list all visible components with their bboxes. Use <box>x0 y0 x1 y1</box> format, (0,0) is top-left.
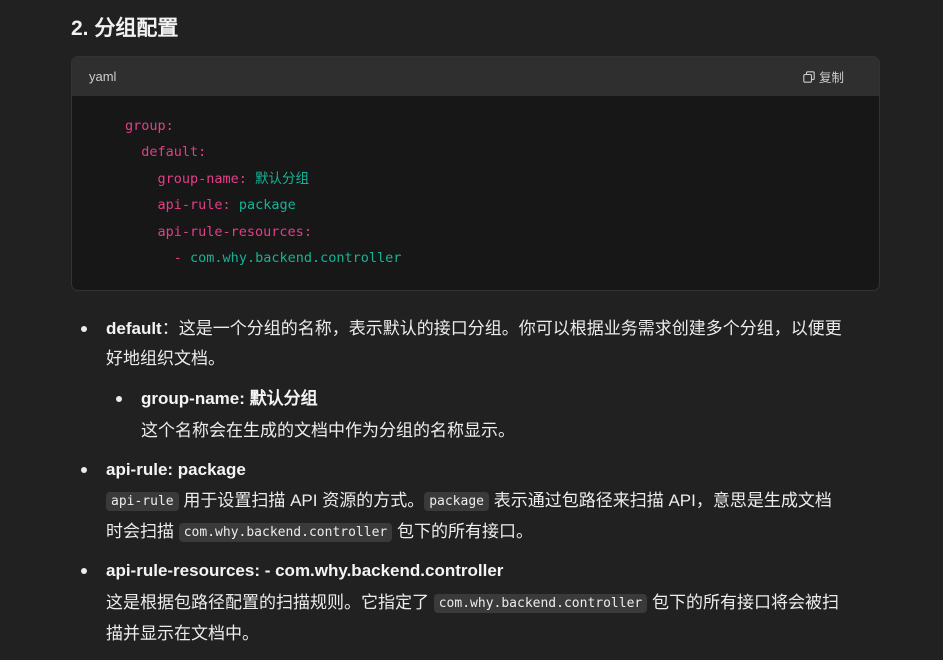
list-item-group-name-desc: 这个名称会在生成的文档中作为分组的名称显示。 <box>141 415 515 446</box>
desc-text: 时会扫描 <box>106 522 179 541</box>
bullet-list: default：这是一个分组的名称，表示默认的接口分组。你可以根据业务需求创建多… <box>0 0 943 660</box>
desc-default-line1: ：这是一个分组的名称，表示默认的接口分组。你可以根据业务需求创建多个分组，以便更 <box>161 319 842 338</box>
desc-group-name: 这个名称会在生成的文档中作为分组的名称显示。 <box>141 421 515 440</box>
inline-code: com.why.backend.controller <box>178 523 393 542</box>
list-item-api-rule: api-rule: package <box>106 454 246 485</box>
inline-code: package <box>424 492 489 511</box>
list-item-api-rule-resources: api-rule-resources: - com.why.backend.co… <box>106 555 503 586</box>
list-item-api-rule-resources-desc1: 这是根据包路径配置的扫描规则。它指定了 com.why.backend.cont… <box>106 587 839 620</box>
desc-default-line2: 好地组织文档。 <box>106 349 225 368</box>
desc-text: 描并显示在文档中。 <box>106 624 259 643</box>
list-item-default: default：这是一个分组的名称，表示默认的接口分组。你可以根据业务需求创建多… <box>106 313 842 344</box>
bullet-dot <box>81 467 87 473</box>
inline-code: api-rule <box>106 492 179 511</box>
list-item-group-name: group-name: 默认分组 <box>141 383 318 414</box>
term-api-rule: api-rule: package <box>106 460 246 479</box>
desc-text: 包下的所有接口将会被扫 <box>647 593 839 612</box>
list-item-api-rule-desc1: api-rule 用于设置扫描 API 资源的方式。 package 表示通过包路… <box>106 485 832 518</box>
page: 2. 分组配置 yaml 复制 group: default: group-na… <box>0 0 943 660</box>
term-api-rule-resources: api-rule-resources: - com.why.backend.co… <box>106 561 504 580</box>
desc-text: 表示通过包路径来扫描 API，意思是生成文档 <box>489 491 832 510</box>
list-item-api-rule-desc2: 时会扫描 com.why.backend.controller 包下的所有接口。 <box>106 516 533 549</box>
bullet-dot <box>81 568 87 574</box>
bullet-dot <box>81 326 87 332</box>
list-item-default-cont: 好地组织文档。 <box>106 343 225 374</box>
inline-code: com.why.backend.controller <box>433 594 648 613</box>
desc-text: 用于设置扫描 API 资源的方式。 <box>178 491 425 510</box>
bullet-dot <box>116 396 122 402</box>
desc-text: 这是根据包路径配置的扫描规则。它指定了 <box>106 593 434 612</box>
list-item-api-rule-resources-desc2: 描并显示在文档中。 <box>106 618 259 649</box>
term-default: default <box>106 319 162 338</box>
desc-text: 包下的所有接口。 <box>392 522 533 541</box>
term-group-name: group-name: 默认分组 <box>141 389 318 408</box>
